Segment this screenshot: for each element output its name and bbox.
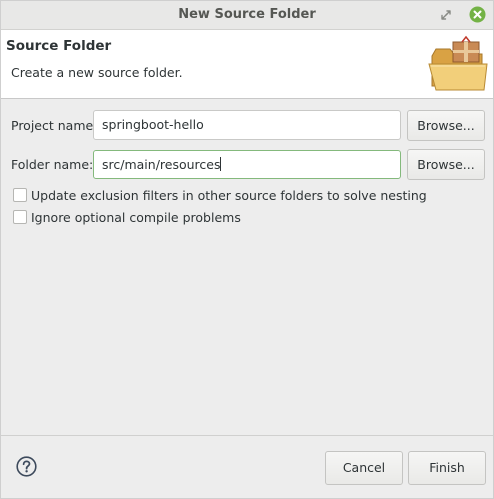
folder-with-package-icon xyxy=(428,35,488,91)
window-title: New Source Folder xyxy=(178,7,316,22)
project-name-label: Project name: xyxy=(11,118,98,133)
ignore-optional-label[interactable]: Ignore optional compile problems xyxy=(31,210,241,225)
folder-name-value: src/main/resources xyxy=(102,157,221,172)
help-icon[interactable] xyxy=(16,456,37,477)
dialog-window: New Source Folder Source Folder Create a… xyxy=(0,0,494,499)
update-exclusion-label[interactable]: Update exclusion filters in other source… xyxy=(31,188,427,203)
project-name-value: springboot-hello xyxy=(102,117,204,132)
update-exclusion-checkbox[interactable] xyxy=(13,188,27,202)
finish-button[interactable]: Finish xyxy=(408,451,486,485)
folder-browse-button[interactable]: Browse... xyxy=(407,149,485,180)
project-name-input[interactable]: springboot-hello xyxy=(93,110,401,140)
page-description: Create a new source folder. xyxy=(11,65,183,80)
project-browse-button[interactable]: Browse... xyxy=(407,110,485,141)
restore-window-icon[interactable] xyxy=(438,7,454,23)
folder-name-label: Folder name: xyxy=(11,157,94,172)
close-window-icon[interactable] xyxy=(469,6,486,23)
page-title: Source Folder xyxy=(6,38,112,54)
footer-divider xyxy=(1,435,493,436)
title-bar[interactable]: New Source Folder xyxy=(1,1,493,30)
cancel-button[interactable]: Cancel xyxy=(325,451,403,485)
folder-name-input[interactable]: src/main/resources xyxy=(93,150,401,179)
ignore-optional-checkbox[interactable] xyxy=(13,210,27,224)
text-caret xyxy=(220,157,222,171)
wizard-header: Source Folder Create a new source folder… xyxy=(1,30,493,99)
